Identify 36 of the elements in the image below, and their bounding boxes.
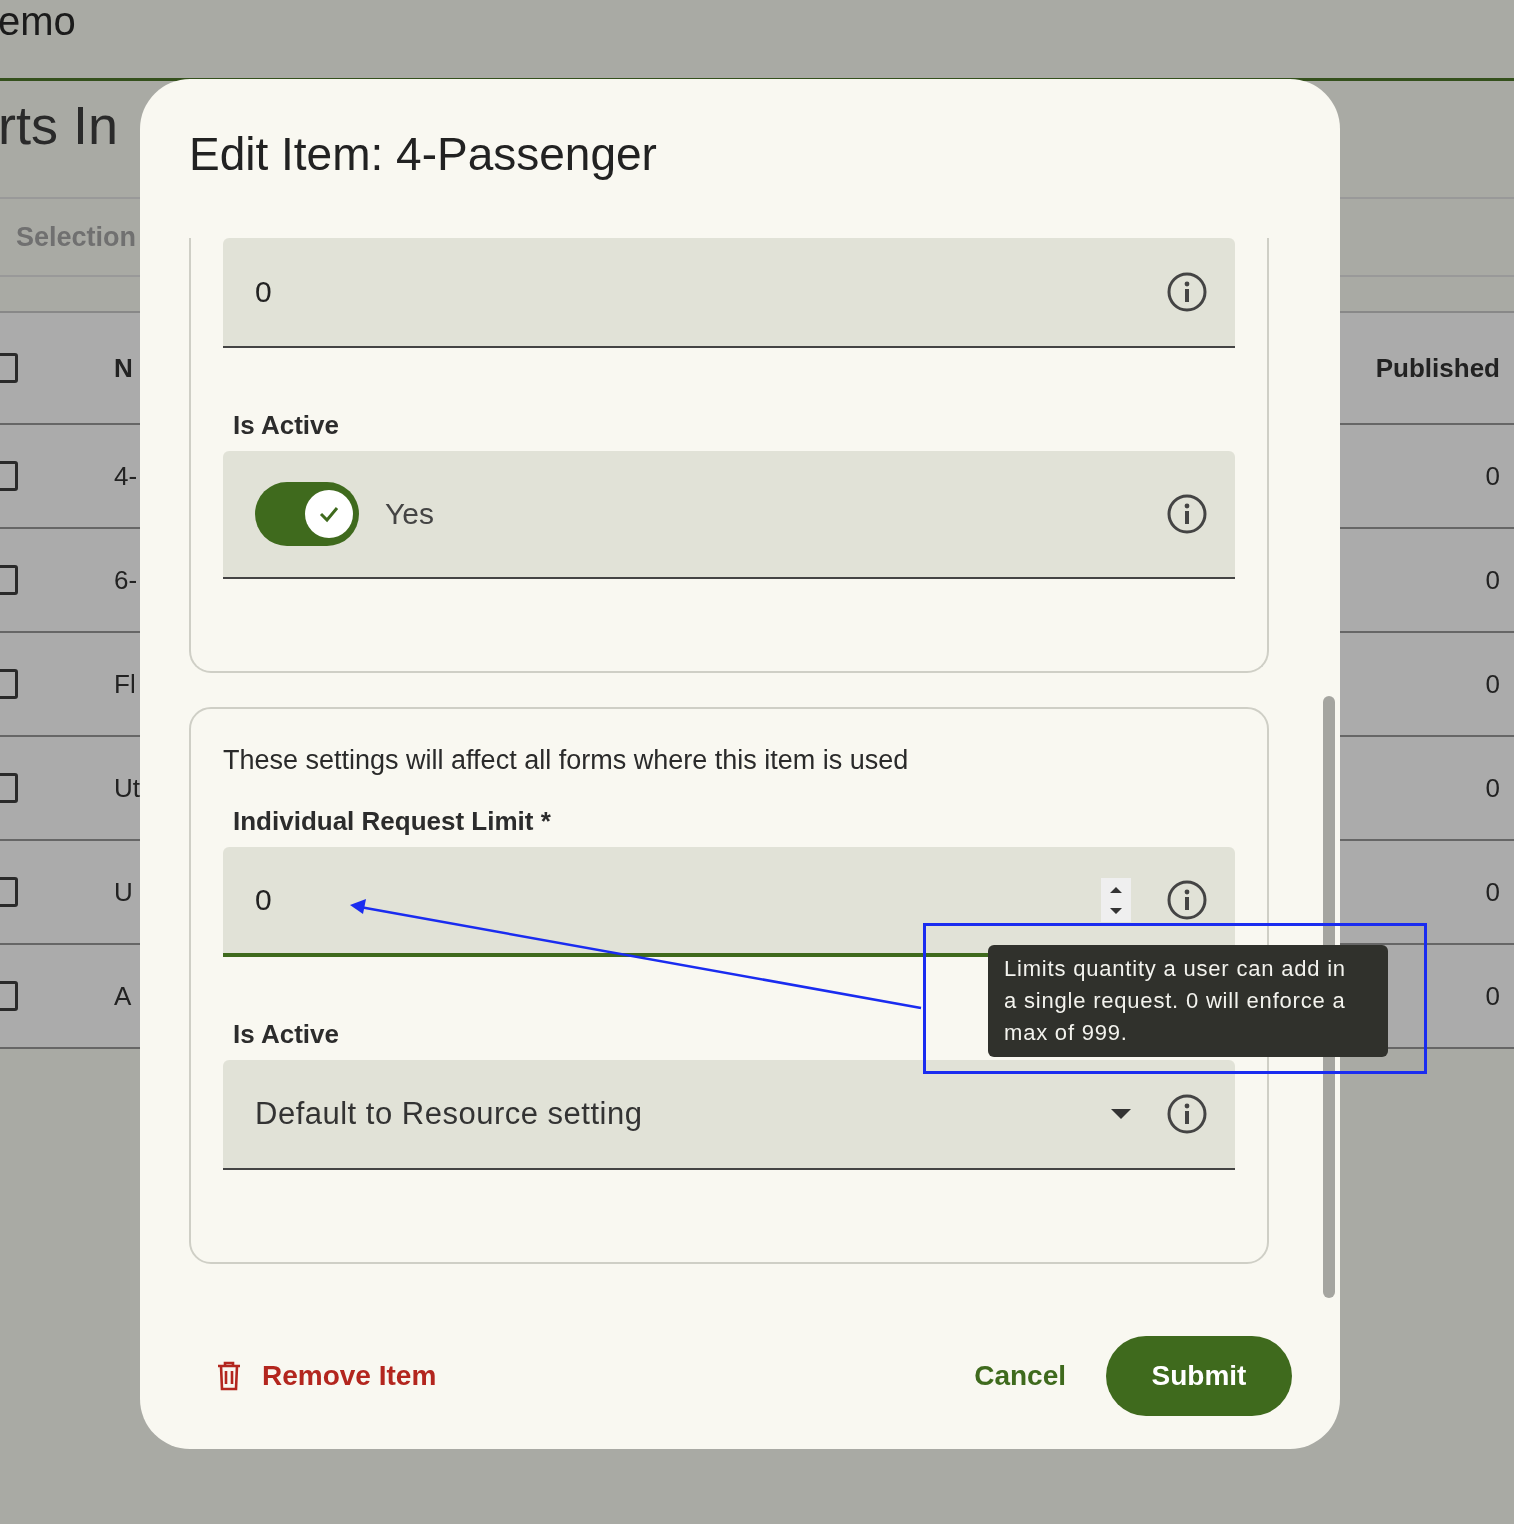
column-header: N [114, 352, 133, 384]
table-cell: Ut [114, 772, 140, 804]
table-cell: Fl [114, 668, 136, 700]
field-label: Is Active [233, 1019, 339, 1050]
page-heading: rts In [0, 94, 119, 157]
trash-icon [216, 1361, 242, 1391]
column-header: Published [1375, 352, 1500, 384]
field-label: Individual Request Limit * [233, 806, 551, 837]
info-icon[interactable] [1167, 494, 1207, 534]
remove-item-button[interactable]: Remove Item [216, 1360, 437, 1392]
table-cell: 0 [1485, 876, 1500, 908]
table-cell: 0 [1485, 772, 1500, 804]
table-cell: 0 [1485, 668, 1500, 700]
info-icon[interactable] [1167, 880, 1207, 920]
tooltip: Limits quantity a user can add in a single request. 0 will enforce a max of 999. [988, 945, 1388, 1057]
toggle-label: Yes [385, 497, 434, 531]
info-icon[interactable] [1167, 1094, 1207, 1134]
table-cell: 0 [1485, 460, 1500, 492]
number-field[interactable]: 0 [223, 238, 1235, 348]
spinner-icon[interactable] [1101, 878, 1131, 922]
table-cell: 0 [1485, 980, 1500, 1012]
table-cell: A [114, 980, 132, 1012]
table-cell: 0 [1485, 564, 1500, 596]
table-cell: 4- [114, 460, 138, 492]
section-description: These settings will affect all forms where this item is used [223, 744, 909, 776]
caret-icon [1111, 1109, 1131, 1119]
submit-button[interactable]: Submit [1106, 1336, 1292, 1416]
app-title: emo [0, 0, 76, 42]
table-cell: U [114, 876, 133, 908]
info-icon[interactable] [1167, 272, 1207, 312]
table-cell: 6- [114, 564, 138, 596]
dialog-title: Edit Item: 4-Passenger [188, 127, 658, 182]
cancel-button[interactable]: Cancel [974, 1350, 1066, 1402]
select-field[interactable]: Default to Resource setting [223, 1060, 1235, 1170]
field-label: Is Active [233, 410, 339, 441]
number-field[interactable]: 0 [223, 847, 1235, 957]
